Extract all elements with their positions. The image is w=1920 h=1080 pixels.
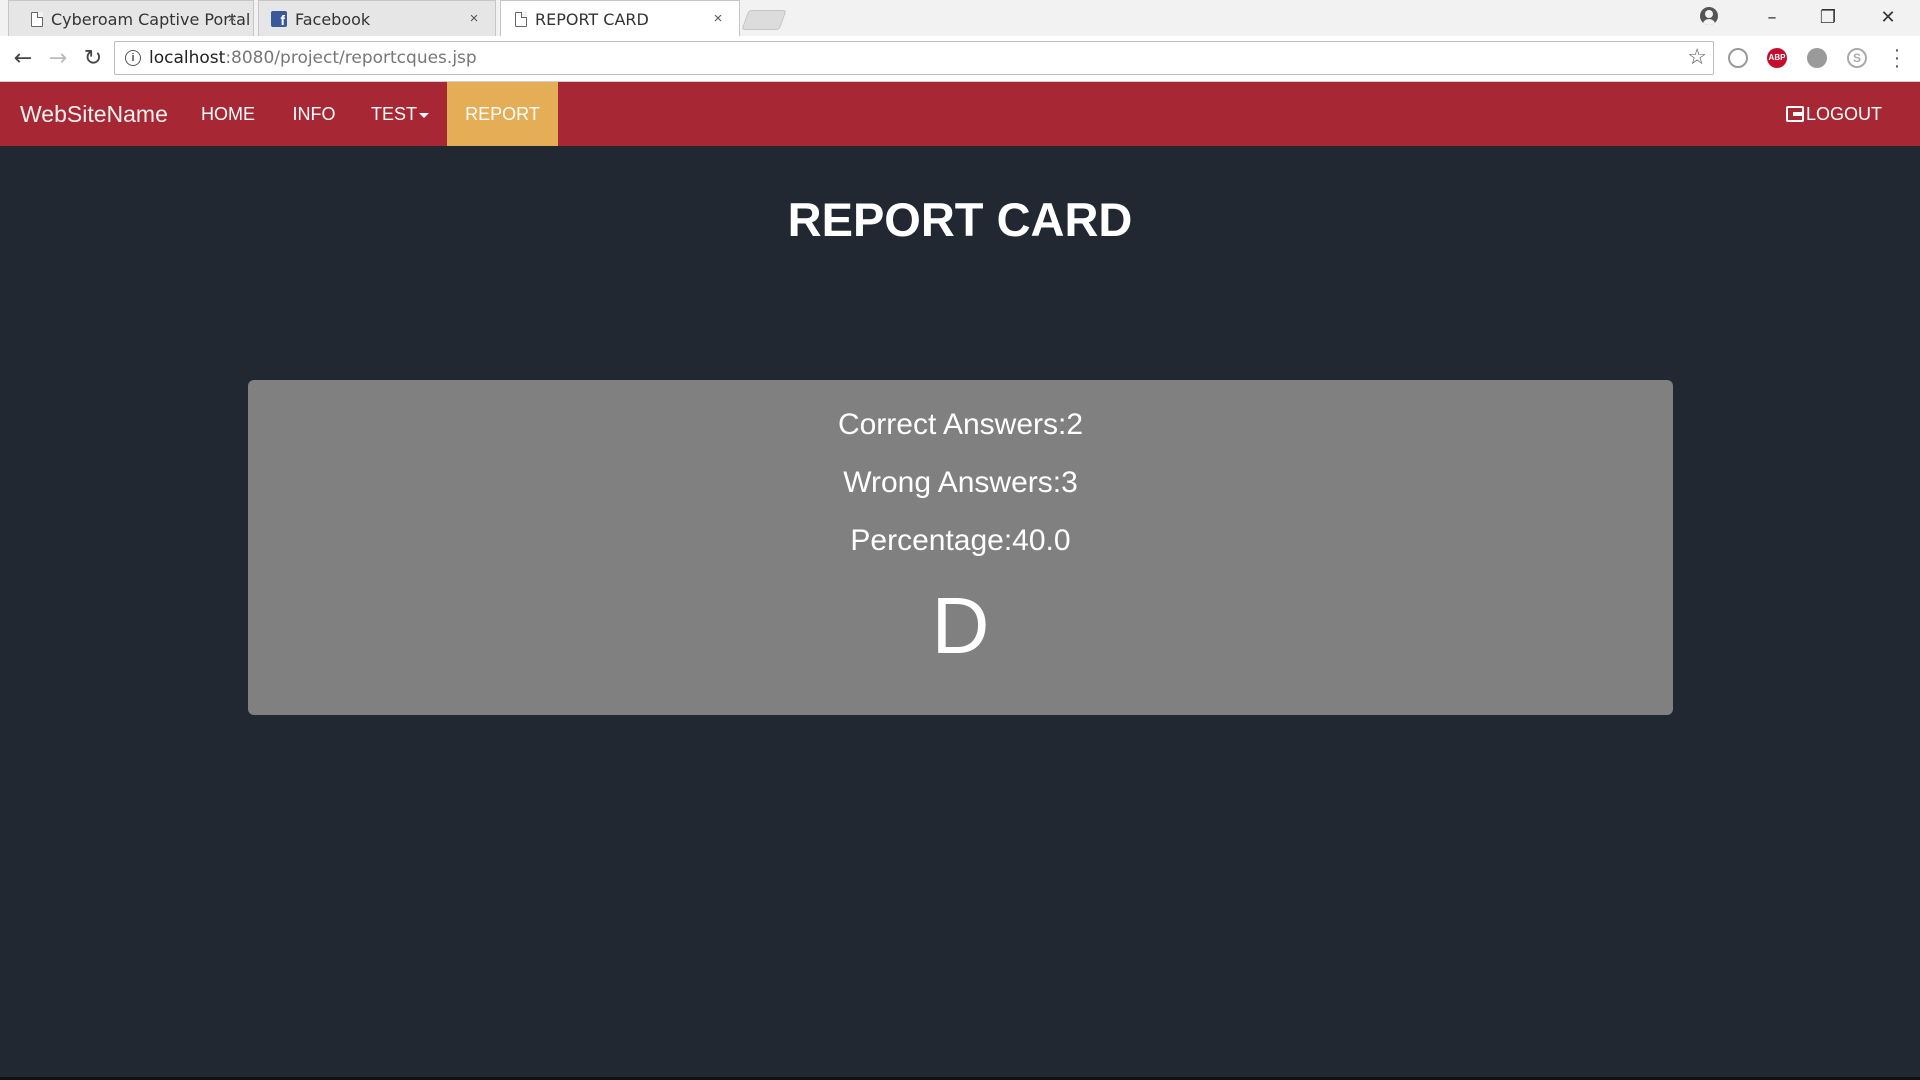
nav-test-label: TEST <box>370 104 417 124</box>
tab-close-icon[interactable]: × <box>223 10 241 28</box>
browser-tab-report-card[interactable]: REPORT CARD × <box>500 0 740 36</box>
tab-title: Facebook <box>295 9 371 29</box>
bookmark-star-icon[interactable]: ☆ <box>1687 44 1707 70</box>
tab-title: REPORT CARD <box>535 9 649 29</box>
report-card-panel: Correct Answers:2 Wrong Answers:3 Percen… <box>248 380 1673 715</box>
caret-down-icon <box>419 112 429 118</box>
page-icon <box>31 11 43 27</box>
correct-answers: Correct Answers:2 <box>837 408 1084 441</box>
adblock-extension-icon[interactable]: ABP <box>1767 48 1787 68</box>
url-host: localhost <box>149 48 226 68</box>
url-path: :8080/project/reportcques.jsp <box>225 48 477 68</box>
nav-report[interactable]: REPORT <box>447 82 558 146</box>
tab-close-icon[interactable]: × <box>709 10 727 28</box>
forward-arrow-icon[interactable]: → <box>43 44 73 74</box>
site-navbar: WebSiteName HOME INFO TEST REPORT LOGOUT <box>0 82 1920 146</box>
facebook-icon: f <box>271 11 287 28</box>
globe-extension-icon[interactable] <box>1728 48 1748 68</box>
restore-icon[interactable]: ❐ <box>1800 0 1856 36</box>
nav-home[interactable]: HOME <box>186 82 270 146</box>
nav-test-dropdown[interactable]: TEST <box>356 82 444 146</box>
skype-extension-icon[interactable]: S <box>1847 48 1867 68</box>
site-brand[interactable]: WebSiteName <box>20 82 168 146</box>
address-bar[interactable]: i localhost:8080/project/reportcques.jsp… <box>114 41 1714 75</box>
browser-tab-cyberoam[interactable]: Cyberoam Captive Portal × <box>8 0 254 36</box>
browser-tab-bar: Cyberoam Captive Portal × f Facebook × R… <box>0 0 1920 36</box>
wrong-answers: Wrong Answers:3 <box>843 466 1078 499</box>
tab-title: Cyberoam Captive Portal <box>51 9 251 29</box>
logout-link[interactable]: LOGOUT <box>1785 82 1882 146</box>
info-icon[interactable]: i <box>125 50 141 66</box>
browser-menu-icon[interactable]: · · · <box>1892 40 1902 76</box>
grade-letter: D <box>931 581 990 670</box>
url-text[interactable]: localhost:8080/project/reportcques.jsp <box>149 48 477 68</box>
back-arrow-icon[interactable]: ← <box>8 44 38 74</box>
new-tab-button[interactable] <box>741 10 787 30</box>
browser-tab-facebook[interactable]: f Facebook × <box>258 0 496 36</box>
profile-icon[interactable] <box>1700 7 1718 25</box>
page-icon <box>515 11 527 27</box>
logout-label: LOGOUT <box>1805 104 1882 124</box>
tab-close-icon[interactable]: × <box>465 10 483 28</box>
browser-toolbar: ← → ↻ i localhost:8080/project/reportcqu… <box>0 36 1920 82</box>
reload-icon[interactable]: ↻ <box>78 44 108 74</box>
percentage: Percentage:40.0 <box>850 524 1071 557</box>
minimize-icon[interactable]: – <box>1744 0 1800 36</box>
close-window-icon[interactable]: ✕ <box>1860 0 1916 36</box>
page-title: REPORT CARD <box>787 193 1133 246</box>
cloud-extension-icon[interactable] <box>1807 48 1827 68</box>
logout-icon <box>1785 106 1804 122</box>
nav-info[interactable]: INFO <box>272 82 356 146</box>
